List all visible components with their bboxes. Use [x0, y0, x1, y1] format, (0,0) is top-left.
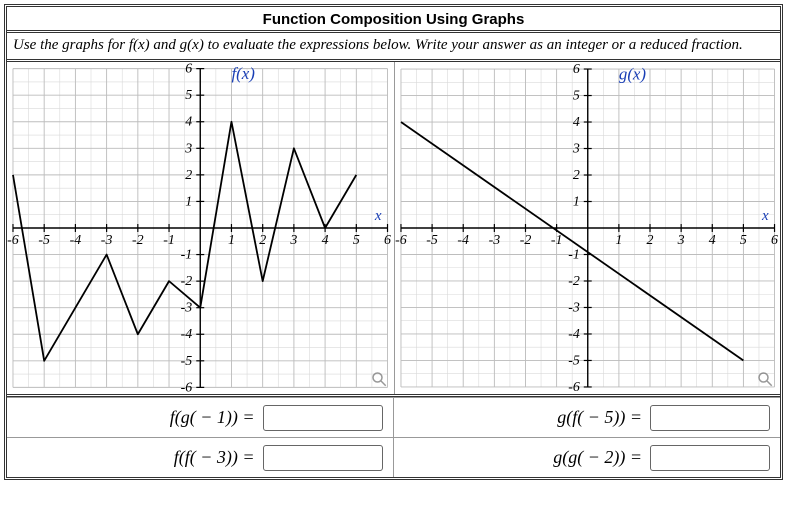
svg-text:2: 2 [185, 168, 192, 183]
graph-g: -6-5-4-3-2-1123456-6-5-4-3-2-1123456xg(x… [394, 62, 781, 394]
answer-cell-2: g(f( − 5)) = [394, 397, 781, 437]
svg-text:4: 4 [708, 233, 715, 248]
svg-text:1: 1 [228, 233, 235, 248]
svg-text:3: 3 [289, 233, 297, 248]
answer-cell-3: f(f( − 3)) = [7, 437, 394, 477]
svg-text:-5: -5 [426, 233, 438, 248]
svg-text:-1: -1 [568, 248, 580, 263]
svg-text:f(x): f(x) [231, 64, 255, 83]
svg-text:2: 2 [572, 168, 579, 183]
zoom-icon[interactable] [756, 370, 774, 388]
svg-text:-5: -5 [38, 233, 50, 248]
plot-f-svg: -6-5-4-3-2-1123456-6-5-4-3-2-1123456xf(x… [7, 62, 394, 394]
expr-label-2: g(f( − 5)) = [557, 407, 642, 428]
svg-text:x: x [374, 208, 382, 224]
svg-text:6: 6 [771, 233, 778, 248]
svg-text:-4: -4 [181, 327, 193, 342]
svg-text:-2: -2 [181, 274, 193, 289]
svg-text:4: 4 [322, 233, 329, 248]
svg-text:-5: -5 [568, 354, 580, 369]
svg-text:6: 6 [384, 233, 391, 248]
svg-text:g(x): g(x) [618, 65, 646, 84]
svg-text:2: 2 [646, 233, 653, 248]
svg-text:1: 1 [615, 233, 622, 248]
answer-input-2[interactable] [650, 405, 770, 431]
svg-text:-1: -1 [181, 248, 193, 263]
instr-text-2: and [150, 37, 180, 53]
answer-input-4[interactable] [650, 445, 770, 471]
svg-text:-3: -3 [568, 301, 580, 316]
answer-cell-1: f(g( − 1)) = [7, 397, 394, 437]
svg-text:-3: -3 [488, 233, 500, 248]
instr-fx: f(x) [129, 37, 150, 53]
svg-text:5: 5 [572, 89, 579, 104]
svg-text:-4: -4 [568, 327, 580, 342]
answer-cell-4: g(g( − 2)) = [394, 437, 781, 477]
expr-label-3: f(f( − 3)) = [174, 447, 255, 468]
svg-text:3: 3 [676, 233, 684, 248]
instr-gx: g(x) [180, 37, 204, 53]
svg-text:4: 4 [572, 115, 579, 130]
svg-text:x: x [760, 208, 768, 224]
svg-text:3: 3 [571, 142, 579, 157]
svg-text:5: 5 [185, 88, 192, 103]
answer-input-1[interactable] [263, 405, 383, 431]
graphs-row: -6-5-4-3-2-1123456-6-5-4-3-2-1123456xf(x… [7, 62, 780, 397]
expr-label-4: g(g( − 2)) = [553, 447, 642, 468]
plot-g-svg: -6-5-4-3-2-1123456-6-5-4-3-2-1123456xg(x… [395, 62, 781, 394]
svg-text:3: 3 [184, 142, 192, 157]
zoom-icon[interactable] [370, 370, 388, 388]
svg-text:-2: -2 [568, 274, 580, 289]
svg-text:-1: -1 [550, 233, 562, 248]
svg-text:5: 5 [739, 233, 746, 248]
answer-input-3[interactable] [263, 445, 383, 471]
svg-text:-2: -2 [132, 233, 144, 248]
svg-text:1: 1 [185, 195, 192, 210]
svg-text:1: 1 [572, 195, 579, 210]
svg-text:-3: -3 [181, 301, 193, 316]
svg-text:-6: -6 [7, 233, 19, 248]
svg-text:2: 2 [259, 233, 266, 248]
svg-text:-6: -6 [568, 380, 580, 394]
svg-text:4: 4 [185, 115, 192, 130]
instructions: Use the graphs for f(x) and g(x) to eval… [7, 33, 780, 62]
page-title: Function Composition Using Graphs [7, 7, 780, 33]
svg-text:-6: -6 [395, 233, 407, 248]
expr-label-1: f(g( − 1)) = [170, 407, 255, 428]
svg-text:-1: -1 [163, 233, 175, 248]
instr-text-1: Use the graphs for [13, 37, 129, 53]
instr-text-3: to evaluate the expressions below. Write… [204, 37, 743, 53]
answers-grid: f(g( − 1)) = g(f( − 5)) = f(f( − 3)) = g… [7, 397, 780, 477]
worksheet-frame: Function Composition Using Graphs Use th… [4, 4, 783, 480]
svg-text:6: 6 [185, 62, 192, 77]
svg-text:-4: -4 [70, 233, 82, 248]
svg-text:-2: -2 [519, 233, 531, 248]
svg-text:6: 6 [572, 62, 579, 77]
svg-text:-5: -5 [181, 354, 193, 369]
svg-text:-4: -4 [457, 233, 469, 248]
svg-text:-3: -3 [101, 233, 113, 248]
svg-text:5: 5 [353, 233, 360, 248]
svg-text:-6: -6 [181, 381, 193, 395]
graph-f: -6-5-4-3-2-1123456-6-5-4-3-2-1123456xf(x… [7, 62, 394, 394]
